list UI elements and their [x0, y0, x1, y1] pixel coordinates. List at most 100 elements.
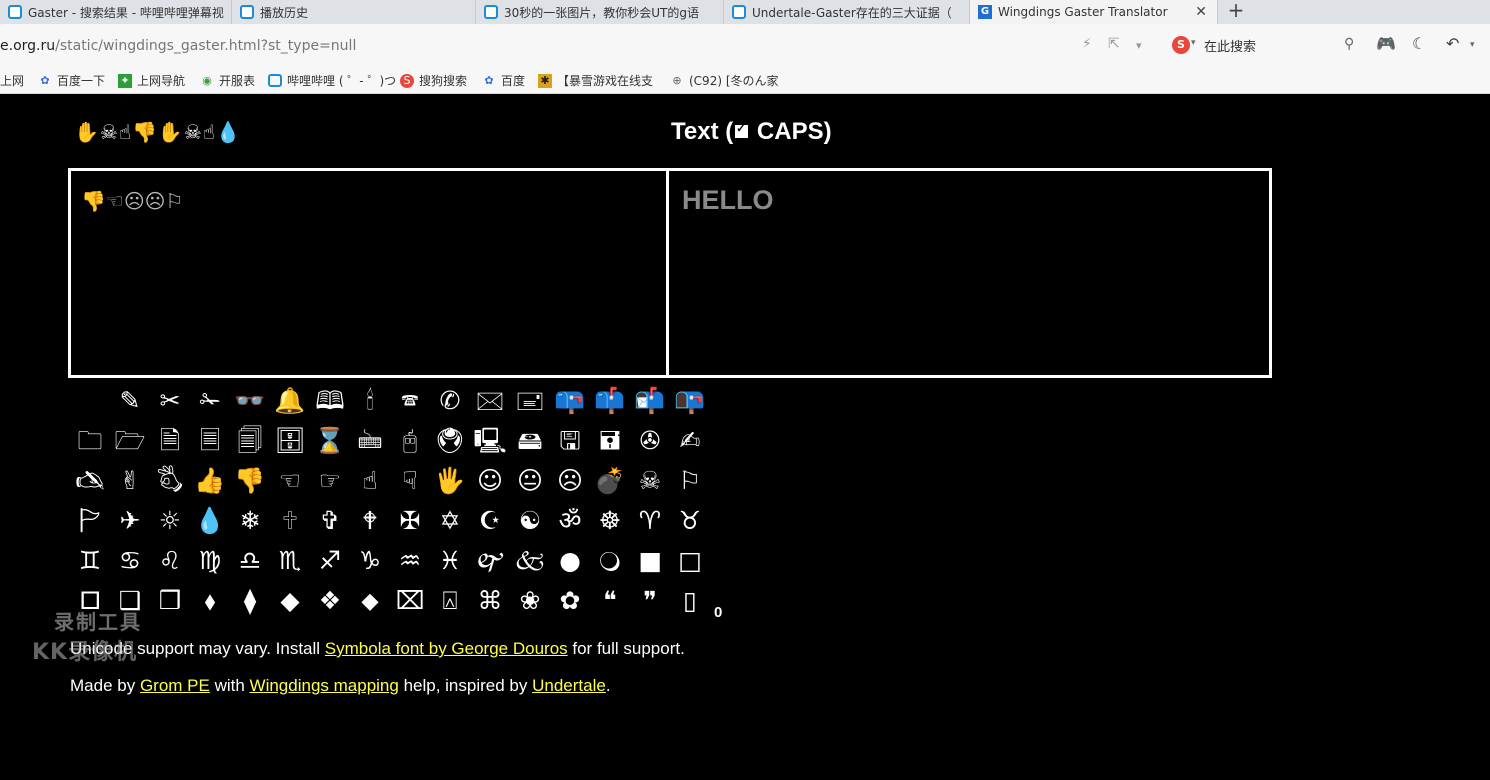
- symbol-key[interactable]: ✌: [110, 462, 150, 500]
- symbol-key[interactable]: ✡: [430, 502, 470, 540]
- symbol-key[interactable]: ⌛: [310, 422, 350, 460]
- bookmark-item[interactable]: ✿ 百度一下: [38, 72, 105, 89]
- symbol-key[interactable]: 💣: [590, 462, 630, 500]
- symbol-key[interactable]: 🏱: [70, 502, 110, 540]
- symbol-key[interactable]: 🗄: [270, 422, 310, 460]
- symbol-key[interactable]: ☠: [630, 462, 670, 500]
- symbol-key[interactable]: ❝: [590, 582, 630, 620]
- symbol-key[interactable]: ☸: [590, 502, 630, 540]
- symbol-key[interactable]: ♌: [150, 542, 190, 580]
- bookmark-item[interactable]: 上网: [0, 72, 24, 89]
- symbol-key[interactable]: 👍: [190, 462, 230, 500]
- text-input[interactable]: HELLO: [682, 185, 774, 216]
- text-input-panel[interactable]: HELLO: [672, 171, 1269, 375]
- bookmark-item[interactable]: ✦ 上网导航: [118, 72, 185, 89]
- symbol-key[interactable]: ⬧: [190, 582, 230, 620]
- symbol-key[interactable]: 🕯: [350, 382, 390, 420]
- symbol-key[interactable]: ☞: [310, 462, 350, 500]
- symbol-key[interactable]: 🗎: [150, 422, 190, 460]
- symbol-key[interactable]: 📬: [630, 382, 670, 420]
- symbol-key[interactable]: ✂: [150, 382, 190, 420]
- symbol-key[interactable]: 👓: [230, 382, 270, 420]
- symbol-key[interactable]: ♍: [190, 542, 230, 580]
- symbol-key[interactable]: ☟: [390, 462, 430, 500]
- bookmark-item[interactable]: S 搜狗搜索: [400, 72, 467, 89]
- symbol-key[interactable]: ☝: [350, 462, 390, 500]
- url-field[interactable]: e.org.ru/static/wingdings_gaster.html?st…: [0, 38, 356, 54]
- symbol-key[interactable]: 📪: [550, 382, 590, 420]
- bookmark-item[interactable]: 哔哩哔哩 ( ゜- ゜)つ: [268, 72, 396, 89]
- symbol-key[interactable]: ✈: [110, 502, 150, 540]
- symbol-key[interactable]: ♊: [70, 542, 110, 580]
- chevron-down-icon[interactable]: ▾: [1136, 39, 1142, 52]
- symbol-key[interactable]: 🕿: [390, 382, 430, 420]
- wingdings-output-panel[interactable]: 👎☜☹☹⚐: [71, 171, 669, 375]
- symbol-key[interactable]: ♏: [270, 542, 310, 580]
- tab-30-seconds-picture[interactable]: 30秒的一张图片，教你秒会UT的g语: [476, 0, 724, 24]
- symbol-key[interactable]: 🖰: [390, 422, 430, 460]
- symbol-key[interactable]: ⬥: [350, 582, 390, 620]
- game-controller-icon[interactable]: 🎮: [1376, 34, 1396, 53]
- share-icon[interactable]: ⇱: [1108, 36, 1120, 52]
- symbol-key[interactable]: ❑: [110, 582, 150, 620]
- symbol-key[interactable]: ☜: [270, 462, 310, 500]
- symbol-key[interactable]: ✁: [190, 382, 230, 420]
- symbol-key[interactable]: 🖮: [350, 422, 390, 460]
- symbol-key[interactable]: 🕆: [270, 502, 310, 540]
- symbol-key[interactable]: ✇: [630, 422, 670, 460]
- tab-wingdings-translator[interactable]: G Wingdings Gaster Translator ✕: [970, 0, 1218, 24]
- symbol-key[interactable]: 📭: [670, 382, 710, 420]
- lightning-icon[interactable]: ⚡: [1082, 36, 1092, 52]
- symbol-key[interactable]: ✍: [670, 422, 710, 460]
- symbol-key[interactable]: ♒: [390, 542, 430, 580]
- wingdings-mapping-link[interactable]: Wingdings mapping: [250, 676, 399, 695]
- symbol-key[interactable]: 📫: [590, 382, 630, 420]
- bookmark-item[interactable]: ✿ 百度: [482, 72, 525, 89]
- symbol-key[interactable]: 🗏: [190, 422, 230, 460]
- symbol-key[interactable]: 🖲: [430, 422, 470, 460]
- caps-checkbox[interactable]: [735, 122, 749, 138]
- symbol-key[interactable]: ♐: [310, 542, 350, 580]
- symbol-key[interactable]: 🖬: [590, 422, 630, 460]
- symbol-key[interactable]: 🖎: [70, 462, 110, 500]
- symbol-key[interactable]: 🖃: [510, 382, 550, 420]
- symbol-key[interactable]: ♉: [670, 502, 710, 540]
- symbol-key[interactable]: ❒: [150, 582, 190, 620]
- tab-play-history[interactable]: 播放历史: [232, 0, 476, 24]
- bookmark-item[interactable]: ✱ 【暴雪游戏在线支: [538, 72, 653, 89]
- undertale-link[interactable]: Undertale: [532, 676, 606, 695]
- tab-gaster-search[interactable]: Gaster - 搜索结果 - 哔哩哔哩弹幕视: [0, 0, 232, 24]
- symbol-key[interactable]: 🙵: [510, 542, 550, 580]
- symbol-key[interactable]: ✆: [430, 382, 470, 420]
- symbol-key[interactable]: 🔾: [590, 542, 630, 580]
- chevron-down-icon[interactable]: ▾: [1191, 38, 1196, 48]
- symbol-key[interactable]: ✿: [550, 582, 590, 620]
- symbol-key[interactable]: ☹: [550, 462, 590, 500]
- symbol-key[interactable]: 🕮: [310, 382, 350, 420]
- search-engine-icon[interactable]: S: [1172, 36, 1190, 54]
- symbol-key[interactable]: ☯: [510, 502, 550, 540]
- symbol-key[interactable]: ⍓: [430, 582, 470, 620]
- symbol-key[interactable]: ⧫: [230, 582, 270, 620]
- symbol-key[interactable]: ♋: [110, 542, 150, 580]
- symbol-key[interactable]: ॐ: [550, 502, 590, 540]
- symbol-key[interactable]: 😐: [510, 462, 550, 500]
- symbol-key[interactable]: ⚐: [670, 462, 710, 500]
- symbol-key[interactable]: ❖: [310, 582, 350, 620]
- symbol-key[interactable]: ⌘: [470, 582, 510, 620]
- symbol-key[interactable]: ⌧: [390, 582, 430, 620]
- symbol-key[interactable]: ☼: [150, 502, 190, 540]
- symbol-key[interactable]: □: [670, 542, 710, 580]
- symbol-key[interactable]: 🖳: [470, 422, 510, 460]
- symbol-key[interactable]: ■: [630, 542, 670, 580]
- bookmark-item[interactable]: ◉ 开服表: [200, 72, 255, 89]
- symbol-key[interactable]: 🕈: [350, 502, 390, 540]
- symbol-key[interactable]: 🖫: [550, 422, 590, 460]
- symbol-key[interactable]: 🗁: [110, 422, 150, 460]
- search-input[interactable]: 在此搜索: [1204, 36, 1256, 55]
- symbol-key[interactable]: 🖴: [510, 422, 550, 460]
- symbol-key[interactable]: ✎: [110, 382, 150, 420]
- symbol-key[interactable]: 🗀: [70, 422, 110, 460]
- tab-undertale-gaster[interactable]: Undertale-Gaster存在的三大证据（: [724, 0, 970, 24]
- symbol-key[interactable]: 💧: [190, 502, 230, 540]
